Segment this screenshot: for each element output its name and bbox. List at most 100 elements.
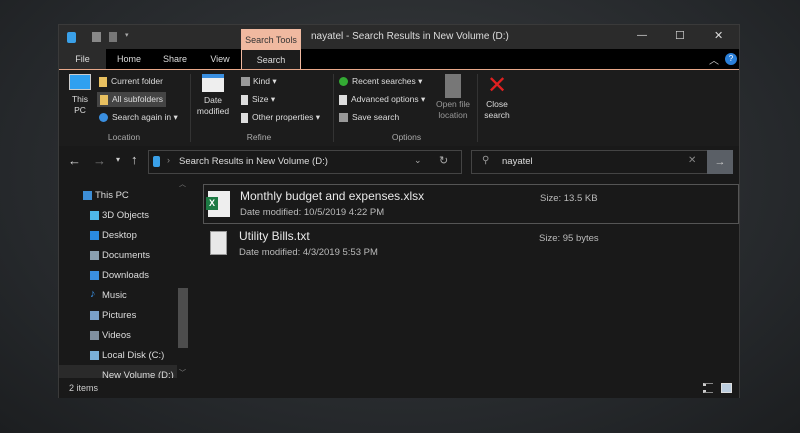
context-tab-search-tools: Search Tools (241, 29, 301, 49)
advanced-options-button[interactable]: Advanced options ▾ (339, 94, 425, 105)
address-bar[interactable]: › Search Results in New Volume (D:) ⌄ ↻ (148, 150, 462, 174)
clear-search-icon[interactable]: ✕ (688, 155, 696, 166)
tab-view[interactable]: View (198, 49, 242, 69)
address-dropdown-icon[interactable]: ⌄ (414, 155, 422, 166)
divider (333, 74, 334, 142)
sidebar-item-3d-objects[interactable]: 3D Objects (90, 210, 149, 221)
save-search-button[interactable]: Save search (339, 112, 400, 123)
window-title: nayatel - Search Results in New Volume (… (311, 31, 509, 42)
help-icon[interactable]: ? (725, 53, 737, 65)
sidebar-scrollbar[interactable]: ︿ ﹀ (177, 178, 189, 378)
search-input[interactable]: nayatel (502, 156, 533, 167)
properties-icon[interactable] (92, 32, 101, 42)
back-button[interactable]: ← (68, 153, 81, 168)
other-properties-button[interactable]: Other properties ▾ (241, 112, 320, 123)
customize-dropdown-icon[interactable]: ▾ (125, 31, 129, 39)
location-group-label: Location (107, 132, 141, 142)
up-button[interactable]: ↑ (131, 152, 138, 167)
scroll-down-icon[interactable]: ﹀ (179, 368, 186, 378)
close-button[interactable]: ✕ (714, 29, 723, 42)
divider (477, 74, 478, 142)
status-bar: 2 items (59, 378, 739, 398)
file-date: Date modified: 4/3/2019 5:53 PM (239, 247, 378, 258)
size-icon (241, 94, 248, 105)
search-again-button[interactable]: Search again in ▾ (99, 112, 178, 123)
disk-icon (90, 351, 99, 360)
download-arrow-icon (90, 271, 99, 280)
recent-searches-button[interactable]: Recent searches ▾ (339, 76, 422, 87)
result-item[interactable]: Utility Bills.txt Date modified: 4/3/201… (203, 225, 739, 265)
minimize-button[interactable]: — (637, 30, 647, 41)
subfolders-icon (100, 94, 108, 105)
tab-home[interactable]: Home (106, 49, 152, 69)
recent-searches-label: Recent searches (352, 76, 416, 86)
breadcrumb-chevron-icon: › (167, 155, 170, 165)
properties-doc-icon (241, 112, 248, 123)
sidebar-item-music[interactable]: ♪ Music (90, 288, 127, 301)
tab-share[interactable]: Share (152, 49, 198, 69)
tab-file[interactable]: File (59, 49, 106, 69)
kind-button[interactable]: Kind ▾ (241, 76, 277, 87)
search-go-button[interactable]: → (707, 150, 733, 174)
search-box[interactable]: ⚲ nayatel ✕ → (471, 150, 733, 174)
divider (190, 74, 191, 142)
open-file-location-button[interactable]: Open file location (433, 74, 473, 121)
file-size: Size: 95 bytes (539, 233, 599, 244)
title-bar: ▾ Search Tools nayatel - Search Results … (59, 25, 739, 49)
collapse-ribbon-icon[interactable]: ︿ (709, 52, 719, 67)
kind-label: Kind (253, 76, 271, 86)
scroll-up-icon[interactable]: ︿ (179, 179, 186, 189)
date-modified-label: Date modified (196, 95, 230, 116)
advanced-options-label: Advanced options (351, 94, 419, 104)
close-search-button[interactable]: ✕ Close search (479, 74, 515, 121)
navigation-pane: This PC 3D Objects Desktop Documents Dow… (59, 178, 189, 381)
text-file-icon (210, 231, 227, 255)
other-properties-label: Other properties (252, 112, 314, 122)
refresh-icon[interactable]: ↻ (439, 154, 448, 167)
folder-icon (99, 76, 107, 87)
excel-icon: X (206, 191, 230, 217)
music-note-icon: ♪ (90, 288, 96, 300)
sidebar-item-local-disk-c[interactable]: Local Disk (C:) (90, 350, 164, 361)
file-date: Date modified: 10/5/2019 4:22 PM (240, 207, 385, 218)
file-size: Size: 13.5 KB (540, 193, 598, 204)
recent-locations-button[interactable]: ▾ (116, 155, 120, 164)
sidebar-item-this-pc[interactable]: This PC (83, 190, 129, 201)
documents-icon (90, 251, 99, 260)
ribbon: This PC Current folder All subfolders Se… (59, 69, 739, 146)
all-subfolders-button[interactable]: All subfolders (97, 92, 167, 107)
result-item[interactable]: X Monthly budget and expenses.xlsx Date … (203, 184, 739, 224)
date-modified-button[interactable]: Date modified (193, 74, 233, 117)
results-pane: X Monthly budget and expenses.xlsx Date … (189, 178, 739, 378)
sidebar-item-pictures[interactable]: Pictures (90, 310, 136, 321)
forward-button[interactable]: → (93, 153, 106, 168)
sidebar-item-downloads[interactable]: Downloads (90, 270, 149, 281)
options-group-label: Options (391, 132, 422, 142)
videos-icon (90, 331, 99, 340)
ribbon-tabs: File Home Share View Search ︿ ? (59, 49, 739, 69)
desktop-icon (90, 231, 99, 240)
navigation-bar: ← → ▾ ↑ › Search Results in New Volume (… (59, 146, 739, 178)
close-search-icon: ✕ (486, 72, 508, 99)
cube-icon (90, 211, 99, 220)
details-view-icon[interactable] (703, 383, 713, 393)
sidebar-item-documents[interactable]: Documents (90, 250, 150, 261)
tab-search[interactable]: Search (241, 49, 301, 69)
this-pc-button[interactable]: This PC (65, 74, 95, 116)
search-icon: ⚲ (482, 155, 490, 166)
size-label: Size (252, 94, 269, 104)
computer-icon (69, 74, 91, 90)
new-folder-icon[interactable] (109, 32, 117, 42)
sidebar-item-desktop[interactable]: Desktop (90, 230, 137, 241)
open-file-location-label: Open file location (435, 99, 471, 120)
size-button[interactable]: Size ▾ (241, 94, 275, 105)
drive-icon (67, 32, 76, 43)
current-folder-button[interactable]: Current folder (99, 76, 163, 87)
search-again-label: Search again in (112, 112, 172, 122)
search-again-icon (99, 113, 108, 123)
maximize-button[interactable]: ☐ (675, 29, 685, 42)
scrollbar-thumb[interactable] (178, 288, 188, 348)
large-icons-view-icon[interactable] (721, 383, 732, 393)
sidebar-item-videos[interactable]: Videos (90, 330, 131, 341)
save-search-label: Save search (352, 112, 400, 122)
